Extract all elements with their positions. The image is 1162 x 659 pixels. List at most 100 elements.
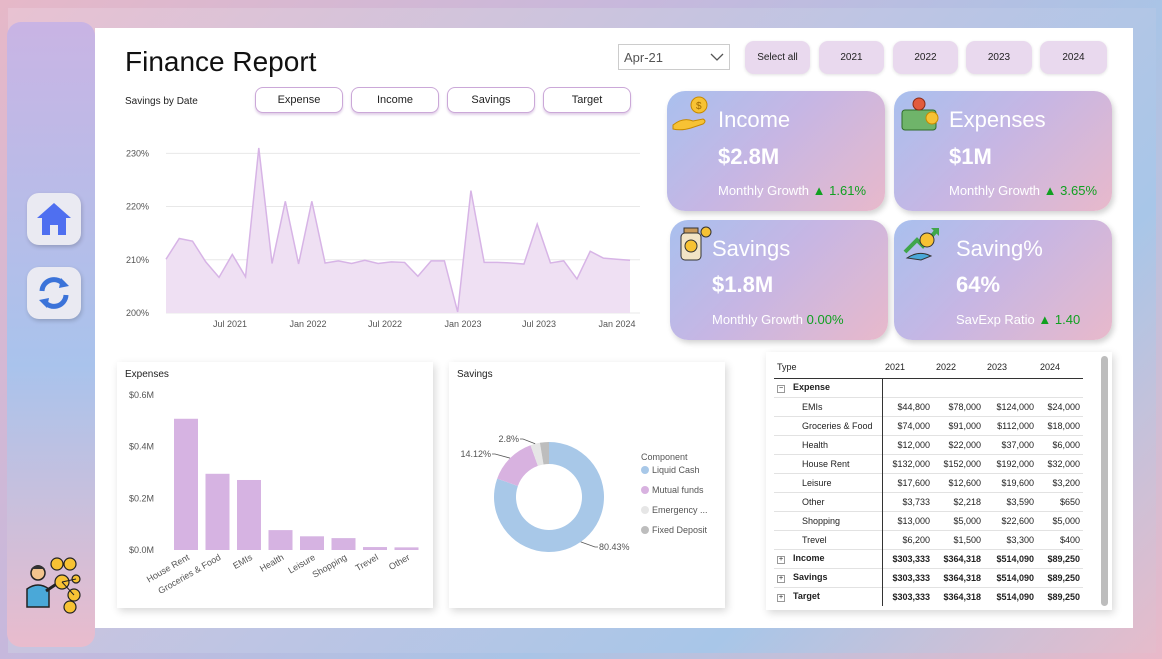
x-tick-label: Jul 2023 [522, 319, 556, 329]
year-2023-button[interactable]: 2023 [966, 41, 1032, 74]
matrix-cell: $3,733 [902, 496, 930, 507]
tab-expense[interactable]: Expense [255, 87, 343, 113]
money-hand-icon: $ [672, 96, 708, 131]
matrix-cell: $17,600 [897, 477, 930, 488]
kpi-expenses-card: Expenses $1M Monthly Growth ▲ 3.65% [894, 91, 1112, 211]
expand-icon[interactable]: + [777, 556, 785, 564]
matrix-row-label-text: Trevel [802, 534, 827, 545]
matrix-cell: $400 [1059, 534, 1080, 545]
legend-marker [641, 526, 649, 534]
savings-area [166, 148, 630, 313]
matrix-cell: $3,200 [1052, 477, 1080, 488]
home-button[interactable] [27, 193, 81, 245]
matrix-cell: $132,000 [892, 458, 930, 469]
matrix-cell: $37,000 [1001, 439, 1034, 450]
table-row: + Target $303,333 $364,318 $514,090 $89,250 [774, 587, 1083, 606]
refresh-icon [39, 277, 69, 309]
expense-bar [205, 473, 230, 550]
kpi-savings-value: $1.8M [712, 272, 774, 297]
matrix-header-2021[interactable]: 2021 [882, 356, 933, 378]
matrix-row-label-text: Health [802, 439, 829, 450]
table-row: − Expense [774, 378, 1083, 397]
matrix-cell: $12,000 [897, 439, 930, 450]
year-2021-button[interactable]: 2021 [819, 41, 884, 74]
year-2024-button[interactable]: 2024 [1040, 41, 1107, 74]
legend-label: Liquid Cash [652, 465, 700, 475]
chevron-down-icon [710, 53, 724, 61]
table-row: Shopping $13,000 $5,000 $22,600 $5,000 [774, 511, 1083, 530]
matrix-scrollbar[interactable] [1101, 356, 1108, 606]
matrix-row-label: House Rent [774, 454, 883, 473]
kpi-expenses-growth: Monthly Growth ▲ 3.65% [949, 183, 1098, 198]
matrix-row-label-text: House Rent [802, 458, 850, 469]
expense-bar [331, 538, 356, 550]
legend-marker [641, 486, 649, 494]
y-tick-label: 200% [126, 308, 149, 318]
y-tick-label: 210% [126, 255, 149, 265]
matrix-cell: $650 [1059, 496, 1080, 507]
y-tick-label: $0.0M [129, 545, 154, 555]
matrix-header-2022[interactable]: 2022 [933, 356, 984, 378]
matrix-cell: $3,590 [1006, 496, 1034, 507]
matrix-row-label-text: Expense [793, 382, 831, 392]
svg-text:$: $ [696, 101, 702, 112]
expand-icon[interactable]: + [777, 575, 785, 583]
y-tick-label: 230% [126, 148, 149, 158]
matrix-cell: $2,218 [953, 496, 981, 507]
donut-slice [497, 445, 538, 486]
matrix-cell: $89,250 [1047, 591, 1080, 602]
x-tick-label: Jan 2024 [598, 319, 635, 329]
savings-line-chart: 200% 210% 220% 230% Jul 2021 Jan 2022 Jul 2022… [126, 147, 640, 329]
expense-bar [268, 530, 293, 550]
donut-data-label: 2.8% [498, 434, 519, 444]
y-tick-label: $0.2M [129, 493, 154, 503]
matrix-cell: $152,000 [943, 458, 981, 469]
matrix-row-label: Trevel [774, 530, 883, 549]
expenses-bar-chart: $0.0M$0.2M$0.4M$0.6MHouse RentGroceries … [129, 390, 419, 596]
table-row: Groceries & Food $74,000 $91,000 $112,000 $1… [774, 416, 1083, 435]
matrix-row-label: Shopping [774, 511, 883, 530]
matrix-cell: $19,600 [1001, 477, 1034, 488]
matrix-cell: $18,000 [1047, 420, 1080, 431]
matrix-header-type[interactable]: Type [774, 356, 882, 378]
table-row: + Savings $303,333 $364,318 $514,090 $89,250 [774, 568, 1083, 587]
refresh-button[interactable] [27, 267, 81, 319]
kpi-savings-card: Savings $1.8M Monthly Growth 0.00% [670, 220, 888, 340]
matrix-row-label-text: Savings [793, 572, 828, 582]
wallet-icon [901, 97, 939, 131]
matrix-cell: $364,318 [943, 572, 981, 583]
tab-target[interactable]: Target [543, 87, 631, 113]
matrix-row-label: Other [774, 492, 883, 511]
savings-growth-icon [903, 228, 939, 261]
matrix-row-label-text: EMIs [802, 401, 823, 412]
x-tick-label: Shopping [311, 552, 349, 580]
matrix-row-label-text: Leisure [802, 477, 832, 488]
year-2022-button[interactable]: 2022 [893, 41, 958, 74]
sidebar [7, 22, 95, 647]
matrix-row-label[interactable]: + Target [774, 587, 883, 606]
matrix-cell: $364,318 [943, 591, 981, 602]
matrix-row-label-text: Target [793, 591, 820, 602]
select-all-button[interactable]: Select all [745, 41, 810, 74]
tab-income[interactable]: Income [351, 87, 439, 113]
expand-icon[interactable]: + [777, 594, 785, 603]
matrix-row-label-text: Groceries & Food [802, 420, 873, 431]
matrix-row-label[interactable]: + Savings [774, 568, 883, 587]
expense-bar [394, 547, 419, 550]
page-title: Finance Report [125, 46, 317, 77]
matrix-cell: $44,800 [897, 401, 930, 412]
matrix-header-2023[interactable]: 2023 [984, 356, 1037, 378]
matrix-cell: $22,000 [948, 439, 981, 450]
matrix-cell: $13,000 [897, 515, 930, 526]
collapse-icon[interactable]: − [777, 385, 785, 393]
matrix-header-2024[interactable]: 2024 [1037, 356, 1083, 378]
table-row: Health $12,000 $22,000 $37,000 $6,000 [774, 435, 1083, 454]
tab-savings[interactable]: Savings [447, 87, 535, 113]
matrix-cell: $6,200 [902, 534, 930, 545]
matrix-row-label[interactable]: + Income [774, 549, 883, 568]
date-slicer[interactable]: Apr-21 [618, 44, 730, 70]
matrix-row-label[interactable]: − Expense [774, 378, 883, 397]
donut-data-label: 14.12% [460, 449, 491, 459]
matrix-header-row: Type 2021 2022 2023 2024 [774, 356, 1083, 378]
date-slicer-value: Apr-21 [624, 49, 664, 65]
